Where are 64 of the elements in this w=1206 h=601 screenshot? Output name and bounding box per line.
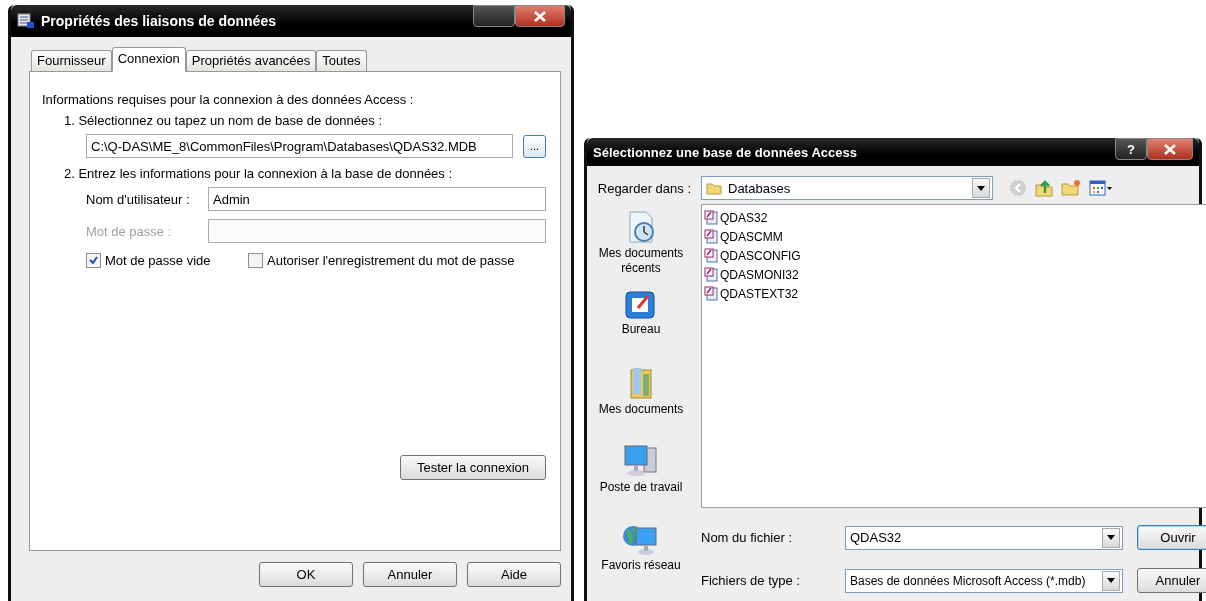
window-title: Sélectionnez une base de données Access	[593, 144, 858, 160]
cancel-button[interactable]: Annuler	[1137, 568, 1206, 593]
desktop-icon	[624, 288, 658, 320]
checkbox[interactable]	[248, 253, 263, 268]
close-icon	[534, 10, 546, 22]
checkbox-label: Mot de passe vide	[105, 253, 211, 268]
computer-icon	[622, 444, 660, 478]
minimize-button[interactable]	[473, 5, 515, 27]
checkbox[interactable]	[86, 253, 101, 268]
look-in-label: Regarder dans :	[597, 180, 691, 196]
window-title: Propriétés des liaisons de données	[41, 13, 277, 29]
database-file-icon	[704, 248, 718, 263]
file-item[interactable]: QDASTEXT32	[704, 285, 1206, 302]
file-type-label: Fichiers de type :	[701, 573, 801, 588]
dropdown-arrow-icon	[1107, 578, 1115, 583]
dropdown-arrow-icon	[1107, 535, 1115, 540]
folder-icon	[629, 366, 653, 400]
checkbox-label: Autoriser l'enregistrement du mot de passe	[267, 253, 515, 268]
places-bar-item[interactable]: Favoris réseau	[591, 522, 691, 600]
file-item[interactable]: QDASCMM	[704, 228, 1206, 245]
database-file-icon	[704, 267, 718, 282]
checkmark-icon	[89, 256, 98, 265]
new-folder-icon[interactable]	[1061, 179, 1081, 197]
places-bar-item[interactable]: Mes documents	[591, 366, 691, 444]
file-name-label: Nom du fichier :	[701, 530, 794, 545]
text-field[interactable]	[208, 219, 546, 243]
field-label: Nom d'utilisateur :	[86, 191, 190, 207]
up-folder-icon[interactable]	[1035, 179, 1053, 197]
places-bar-item[interactable]: Bureau	[591, 288, 691, 366]
close-button[interactable]	[1147, 138, 1193, 160]
database-file-icon	[704, 286, 718, 301]
field-label: Mot de passe :	[86, 223, 172, 239]
views-menu-icon[interactable]	[1089, 180, 1113, 196]
window-app-icon	[17, 13, 35, 29]
look-in-dropdown[interactable]: Databases	[701, 176, 993, 200]
places-bar-item[interactable]: Poste de travail	[591, 444, 691, 522]
test-connection-button[interactable]: Tester la connexion	[400, 455, 546, 480]
open-button[interactable]: Ouvrir	[1137, 525, 1206, 550]
browse-button[interactable]: ...	[523, 134, 546, 158]
intro-text: Informations requises pour la connexion à des données Access :	[42, 92, 415, 107]
close-icon	[1164, 143, 1176, 155]
database-path-field[interactable]: C:\Q-DAS\ME_8\CommonFiles\Program\Databases\QDAS32.MDB	[86, 134, 514, 158]
file-item[interactable]: QDASCONFIG	[704, 247, 1206, 264]
close-button[interactable]	[515, 5, 565, 27]
file-item[interactable]: QDASMONI32	[704, 266, 1206, 283]
dropdown-arrow-icon	[977, 185, 985, 191]
folder-icon	[706, 181, 722, 195]
step-text: 1. Sélectionnez ou tapez un nom de base de données :	[64, 113, 382, 128]
tab[interactable]: Connexion	[111, 47, 186, 72]
tab[interactable]: Fournisseur	[31, 50, 112, 71]
dialog-button[interactable]: Annuler	[363, 562, 457, 587]
help-button[interactable]: ?	[1115, 138, 1147, 160]
tab[interactable]: Toutes	[316, 50, 367, 71]
file-name-field[interactable]: QDAS32	[845, 525, 1123, 550]
places-bar-item[interactable]: Mes documents récents	[591, 210, 691, 288]
text-field[interactable]: Admin	[208, 187, 546, 211]
dialog-button[interactable]: OK	[259, 562, 353, 587]
database-file-icon	[704, 210, 718, 225]
file-type-dropdown[interactable]: Bases de données Microsoft Access (*.mdb)	[845, 568, 1123, 593]
database-file-icon	[704, 229, 718, 244]
file-item[interactable]: QDAS32	[704, 209, 1206, 226]
tab[interactable]: Propriétés avancées	[185, 50, 317, 71]
step-text: 2. Entrez les informations pour la connexion à la base de données :	[64, 166, 453, 181]
dialog-button[interactable]: Aide	[467, 562, 561, 587]
